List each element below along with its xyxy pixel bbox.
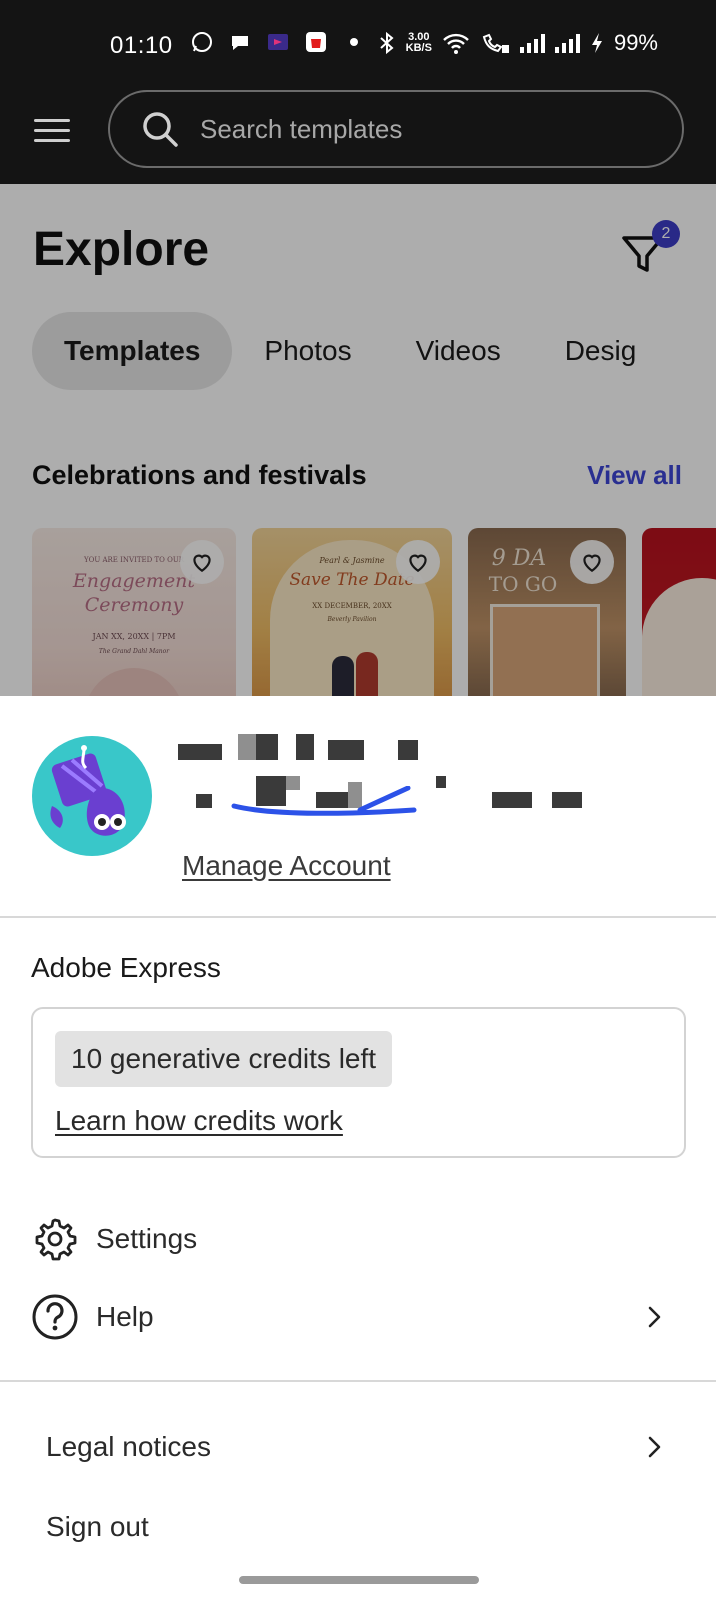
search-bar[interactable] <box>108 90 684 168</box>
content-tabs: Templates Photos Videos Desig <box>32 312 668 390</box>
bluetooth-icon <box>379 31 394 55</box>
card-text: Beverly Pavilion <box>327 616 377 623</box>
tab-design[interactable]: Desig <box>533 312 669 390</box>
chat-icon <box>232 36 248 50</box>
search-input[interactable] <box>200 113 640 145</box>
search-icon <box>143 112 178 147</box>
help-label: Help <box>96 1301 154 1332</box>
card-art <box>84 668 184 696</box>
favorite-button[interactable] <box>396 540 440 584</box>
notification-icons <box>190 30 366 54</box>
tab-photos[interactable]: Photos <box>232 312 383 390</box>
card-text: The Grand Dahl Manor <box>98 648 170 655</box>
card-art <box>356 652 378 696</box>
section-title: Celebrations and festivals <box>32 460 367 490</box>
help-icon <box>32 1294 78 1340</box>
wifi-calling-icon <box>482 33 509 53</box>
wifi-icon <box>443 33 469 54</box>
settings-menu-item[interactable]: Settings <box>0 1204 716 1274</box>
charging-icon <box>591 33 602 53</box>
heart-icon <box>409 554 427 572</box>
template-carousel: YOU ARE INVITED TO OUR Engagement Ceremo… <box>32 528 716 696</box>
app-name-heading: Adobe Express <box>31 952 221 983</box>
settings-label: Settings <box>96 1223 198 1254</box>
template-card[interactable]: YOU ARE INVITED TO OUR Engagement Ceremo… <box>32 528 236 696</box>
chevron-right-icon <box>648 1436 661 1458</box>
tab-videos[interactable]: Videos <box>384 312 533 390</box>
card-text: JAN XX, 20XX | 7PM <box>92 632 176 641</box>
template-card[interactable]: Pearl & Jasmine Save The Date XX DECEMBE… <box>252 528 452 696</box>
favorite-button[interactable] <box>180 540 224 584</box>
explore-section: Explore 2 Templates Photos Videos Desig … <box>0 184 716 696</box>
avatar-illustration <box>50 745 126 836</box>
favorite-button[interactable] <box>570 540 614 584</box>
avatar <box>32 736 152 856</box>
sony-liv-icon <box>268 34 288 50</box>
signal-icon <box>554 33 580 53</box>
dot-icon <box>350 38 358 46</box>
credits-remaining-badge: 10 generative credits left <box>55 1031 393 1087</box>
account-sheet: Manage Account Adobe Express 10 generati… <box>0 696 716 1600</box>
help-menu-item[interactable]: Help <box>0 1282 716 1352</box>
view-all-link[interactable]: View all <box>587 460 682 491</box>
battery-level: 99% <box>613 30 658 55</box>
learn-credits-link[interactable]: Learn how credits work <box>55 1105 343 1137</box>
legal-notices-menu-item[interactable]: Legal notices <box>0 1412 716 1482</box>
tab-templates[interactable]: Templates <box>32 312 233 390</box>
status-bar: 01:10 3.00 KB/S 99% <box>0 0 716 90</box>
gear-icon <box>35 1218 77 1261</box>
sign-out-label: Sign out <box>46 1511 149 1542</box>
home-indicator[interactable] <box>239 1576 479 1584</box>
sign-out-menu-item[interactable]: Sign out <box>0 1492 716 1562</box>
manage-account-link[interactable]: Manage Account <box>182 850 391 882</box>
legal-notices-label: Legal notices <box>46 1431 212 1462</box>
system-status: 3.00 KB/S 99% <box>378 30 658 56</box>
heart-icon <box>193 554 211 572</box>
whatsapp-icon <box>192 32 212 52</box>
card-art <box>332 656 354 696</box>
template-card[interactable] <box>642 528 716 696</box>
template-card[interactable]: 9 DA TO GO <box>468 528 626 696</box>
heart-icon <box>583 554 601 572</box>
app-header <box>0 90 716 184</box>
credits-card: 10 generative credits left Learn how cre… <box>31 1007 686 1158</box>
divider <box>0 916 716 918</box>
network-speed: 3.00 KB/S <box>406 32 432 54</box>
net-speed-unit: KB/S <box>405 42 432 54</box>
card-art <box>642 578 716 696</box>
shopping-bag-icon <box>306 32 326 52</box>
card-text: Ceremony <box>84 594 184 616</box>
menu-icon[interactable] <box>34 110 74 150</box>
filter-count-badge: 2 <box>652 220 680 248</box>
signal-icon <box>519 33 545 53</box>
page-title: Explore <box>33 223 210 276</box>
card-photo <box>490 604 600 696</box>
card-text: XX DECEMBER, 20XX <box>312 602 392 610</box>
status-time: 01:10 <box>110 32 173 59</box>
divider <box>0 1380 716 1382</box>
chevron-right-icon <box>648 1306 661 1328</box>
